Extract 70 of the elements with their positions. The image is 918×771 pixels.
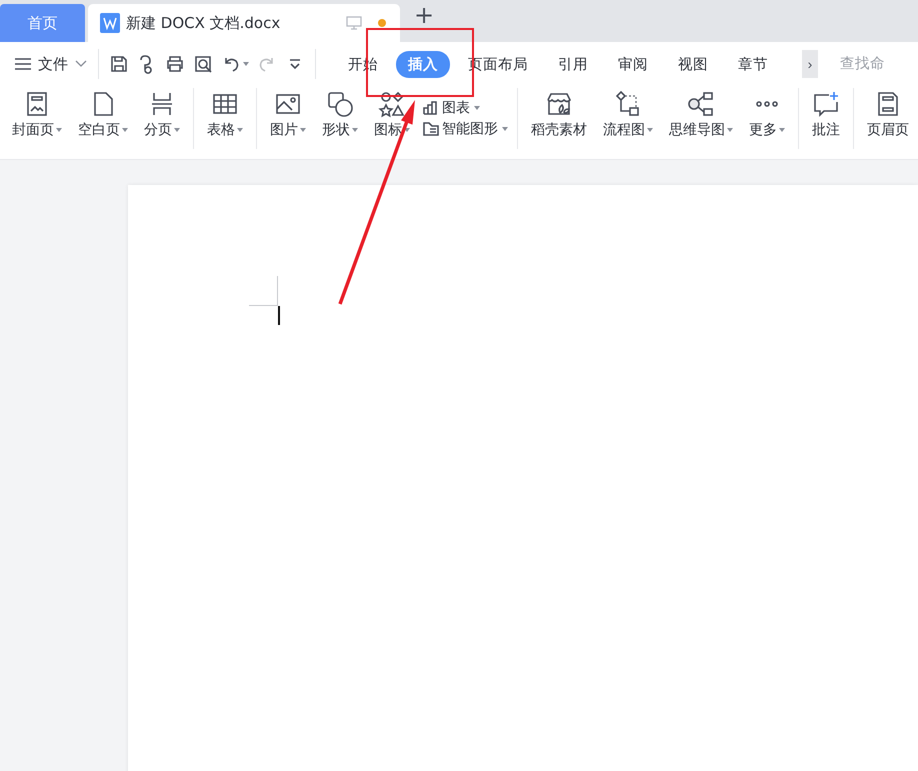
mind-map-icon: [687, 90, 715, 118]
more-icon: [756, 101, 778, 107]
comment-icon: [812, 90, 840, 118]
chevron-icon: [74, 59, 88, 69]
tab-title: 新建 DOCX 文档.docx: [126, 14, 282, 32]
caret-icon: [300, 128, 306, 132]
new-tab-button[interactable]: +: [413, 5, 435, 25]
header-footer-button[interactable]: 页眉页: [859, 86, 917, 139]
button-label: 更多: [749, 122, 777, 138]
save-icon: [109, 54, 129, 74]
button-label: 图表: [442, 99, 470, 117]
button-label: 稻壳素材: [531, 122, 587, 138]
caret-icon: [237, 128, 243, 132]
bar-chart-icon: [422, 99, 440, 117]
caret-icon: [243, 62, 249, 66]
caret-icon: [352, 128, 358, 132]
caret-icon: [779, 128, 785, 132]
button-label: 智能图形: [442, 120, 498, 138]
button-label: 批注: [812, 122, 840, 138]
text-cursor: [278, 306, 280, 325]
document-icon: [100, 13, 120, 33]
more-button[interactable]: 更多: [741, 86, 793, 139]
caret-icon: [727, 128, 733, 132]
storefront-button[interactable]: 稻壳素材: [523, 86, 595, 139]
print-preview-icon: [193, 54, 213, 74]
table-button[interactable]: 表格: [199, 86, 251, 139]
ribbon-tab[interactable]: 视图: [666, 50, 720, 78]
cover-page-button[interactable]: 封面页: [4, 86, 70, 139]
button-label: 流程图: [603, 122, 645, 138]
ribbon-tab[interactable]: 章节: [726, 50, 780, 78]
flowchart-icon: [614, 90, 642, 118]
print-icon: [165, 54, 185, 74]
mind-map-button[interactable]: 思维导图: [661, 86, 741, 139]
caret-icon: [56, 128, 62, 132]
flowchart-button[interactable]: 流程图: [595, 86, 661, 139]
button-label: 封面页: [12, 122, 54, 138]
button-label: 形状: [322, 122, 350, 138]
symbols-icon: [378, 90, 406, 118]
picture-button[interactable]: 图片: [262, 86, 314, 139]
ribbon-tab[interactable]: 审阅: [606, 50, 660, 78]
ribbon-tab[interactable]: 引用: [546, 50, 600, 78]
caret-icon: [122, 128, 128, 132]
caret-icon: [404, 128, 410, 132]
smart-graphic-icon: [422, 120, 440, 138]
menu-icon: [14, 57, 32, 71]
storefront-icon: [545, 90, 573, 118]
shapes-icon: [326, 90, 354, 118]
button-label: 图标: [374, 122, 402, 138]
smart-graphic-button[interactable]: 智能图形: [418, 120, 512, 138]
button-label: 表格: [207, 122, 235, 138]
document-tab[interactable]: 新建 DOCX 文档.docx: [88, 4, 400, 42]
more-tabs-button[interactable]: ›: [802, 50, 818, 78]
comment-button[interactable]: 批注: [804, 86, 848, 139]
file-menu[interactable]: 文件: [12, 54, 92, 74]
button-label: 思维导图: [669, 122, 725, 138]
button-label: 分页: [144, 122, 172, 138]
caret-icon: [647, 128, 653, 132]
caret-icon: [502, 127, 508, 131]
margin-corner-mark: [249, 276, 278, 306]
blank-page-button[interactable]: 空白页: [70, 86, 136, 139]
button-label: 空白页: [78, 122, 120, 138]
bar-chart-button[interactable]: 图表: [418, 99, 512, 117]
button-label: 页眉页: [867, 122, 909, 138]
shapes-button[interactable]: 形状: [314, 86, 366, 139]
unsaved-dot: [378, 19, 386, 27]
search-field[interactable]: 查找命: [836, 55, 918, 73]
button-label: 图片: [270, 122, 298, 138]
caret-icon: [474, 106, 480, 110]
page-break-button[interactable]: 分页: [136, 86, 188, 139]
caret-icon: [174, 128, 180, 132]
